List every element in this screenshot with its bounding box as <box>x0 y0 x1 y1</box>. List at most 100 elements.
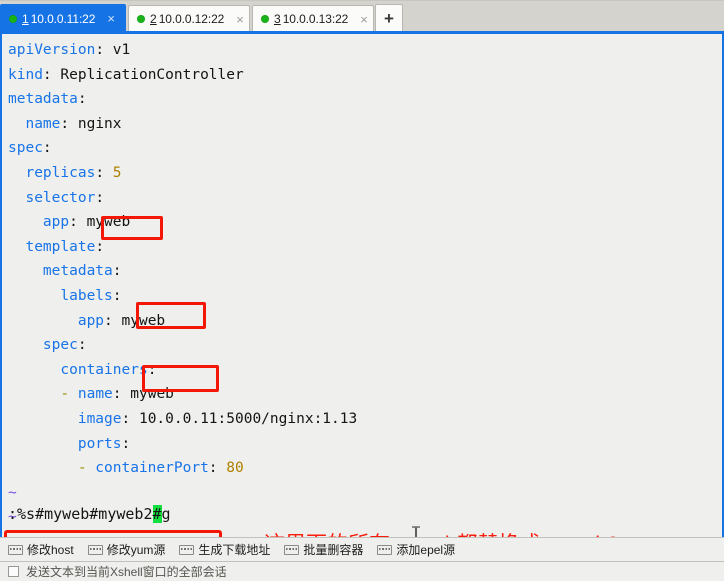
terminal-line: spec: <box>8 136 720 161</box>
terminal-token: template <box>8 238 96 255</box>
terminal-token: : <box>121 410 139 427</box>
terminal-token: 80 <box>226 460 244 477</box>
tab-close-icon[interactable]: × <box>357 13 371 26</box>
terminal-token: metadata <box>8 91 78 108</box>
terminal-token: ReplicationController <box>60 66 244 83</box>
tab-title-label: 10.0.0.13:22 <box>282 12 349 26</box>
terminal-token: : <box>112 386 131 403</box>
tab-title-label: 10.0.0.11:22 <box>30 11 96 26</box>
quick-command-label: 修改yum源 <box>106 543 166 557</box>
terminal-token: : <box>104 312 122 329</box>
terminal-line: name: nginx <box>8 112 720 137</box>
tab-title-label: 10.0.0.12:22 <box>158 12 225 26</box>
terminal-token: ports <box>8 435 122 452</box>
terminal-token: : <box>121 435 131 452</box>
terminal-line: app: myweb <box>8 210 720 235</box>
terminal-token: : <box>112 263 122 280</box>
terminal-token: 5 <box>112 164 122 181</box>
quick-command-3[interactable]: 批量删容器 <box>284 541 363 558</box>
tab-close-icon[interactable]: × <box>104 12 118 25</box>
new-tab-button[interactable]: + <box>375 4 403 31</box>
tab-index-label: 2 <box>150 12 157 26</box>
terminal-token: : <box>147 361 157 378</box>
terminal-token: metadata <box>8 263 113 280</box>
terminal-token: : <box>60 115 78 132</box>
quick-command-4[interactable]: 添加epel源 <box>377 541 455 558</box>
terminal-token: image <box>8 410 122 427</box>
session-tab-3[interactable]: 3 10.0.0.13:22 × <box>252 5 374 32</box>
vim-command-after-cursor: g <box>161 505 171 523</box>
terminal-line: spec: <box>8 333 720 358</box>
terminal-token: : <box>208 460 227 477</box>
terminal-token: myweb <box>130 386 174 403</box>
terminal-token: nginx <box>77 115 122 132</box>
quick-command-label: 修改host <box>27 543 74 557</box>
terminal-token: containers <box>8 361 148 378</box>
terminal-line: selector: <box>8 186 720 211</box>
terminal-token: name <box>8 115 61 132</box>
terminal-token: myweb <box>121 312 166 329</box>
terminal-token: : <box>77 91 87 108</box>
terminal-token: : <box>69 214 87 231</box>
terminal-token: : <box>95 189 105 206</box>
keyboard-icon <box>8 544 23 555</box>
terminal-line: image: 10.0.0.11:5000/nginx:1.13 <box>8 407 720 432</box>
vim-command-line: :%s#myweb#myweb2#g <box>8 504 171 524</box>
terminal-token: spec <box>8 140 43 157</box>
terminal-line: apiVersion: v1 <box>8 38 720 63</box>
terminal-token: app <box>8 312 105 329</box>
terminal-screen: apiVersion: v1 kind: ReplicationControlle… <box>8 38 720 537</box>
keyboard-icon <box>284 544 300 555</box>
terminal-line: app: myweb <box>8 309 720 334</box>
quick-command-bar: 修改host 修改yum源 生成下载地址 批量删容器 添加epel源 <box>0 537 724 561</box>
terminal-token: myweb <box>86 214 131 231</box>
terminal-token: : <box>95 42 113 58</box>
quick-command-2[interactable]: 生成下载地址 <box>179 541 270 558</box>
terminal-token: containerPort <box>86 460 209 477</box>
terminal-line: labels: <box>8 284 720 309</box>
terminal-token: replicas <box>8 164 96 181</box>
tab-close-icon[interactable]: × <box>233 13 247 26</box>
quick-command-0[interactable]: 修改host <box>8 541 74 558</box>
terminal-token: kind <box>8 66 43 83</box>
terminal-token: - <box>77 460 87 477</box>
terminal-token: - <box>60 386 70 403</box>
quick-command-label: 生成下载地址 <box>198 543 271 557</box>
terminal-token: labels <box>8 287 113 304</box>
terminal-line: kind: ReplicationController <box>8 63 720 88</box>
status-bar: 发送文本到当前Xshell窗口的全部会话 <box>0 561 724 581</box>
session-tab-2[interactable]: 2 10.0.0.12:22 × <box>128 5 250 32</box>
terminal-token: v1 <box>112 42 131 58</box>
terminal-token: spec <box>8 337 78 354</box>
quick-command-1[interactable]: 修改yum源 <box>87 541 166 558</box>
terminal-token: : <box>77 337 87 354</box>
terminal-line: containers: <box>8 358 720 383</box>
connection-status-dot <box>9 14 17 23</box>
terminal-line: metadata: <box>8 259 720 284</box>
terminal-token: selector <box>8 189 96 206</box>
keyboard-icon <box>377 544 393 555</box>
vim-command-before-cursor: :%s#myweb#myweb2 <box>8 505 153 523</box>
connection-status-dot <box>261 15 269 23</box>
terminal-token: : <box>95 238 105 255</box>
terminal-token: : <box>42 66 61 83</box>
terminal-line: metadata: <box>8 87 720 112</box>
terminal-token: 10.0.0.11:5000/nginx:1.13 <box>138 410 358 427</box>
terminal-token: apiVersion <box>8 42 96 58</box>
send-to-all-sessions-checkbox[interactable] <box>8 566 19 577</box>
terminal-pane[interactable]: apiVersion: v1 kind: ReplicationControlle… <box>0 34 724 537</box>
terminal-line: ports: <box>8 432 720 457</box>
terminal-token: : <box>95 164 113 181</box>
terminal-line: template: <box>8 235 720 260</box>
session-tab-1[interactable]: 1 10.0.0.11:22 × <box>0 4 126 32</box>
terminal-token: name <box>69 386 113 403</box>
tab-bar: 1 10.0.0.11:22 × 2 10.0.0.12:22 × 3 10.0.0.13:2… <box>0 0 724 34</box>
terminal-line: replicas: 5 <box>8 161 720 186</box>
terminal-token: : <box>42 140 52 157</box>
terminal-token: : <box>112 287 122 304</box>
tab-index-label: 1 <box>22 11 29 26</box>
terminal-token: ~ <box>8 484 17 501</box>
xshell-window: 1 10.0.0.11:22 × 2 10.0.0.12:22 × 3 10.0.0.13:2… <box>0 0 724 581</box>
